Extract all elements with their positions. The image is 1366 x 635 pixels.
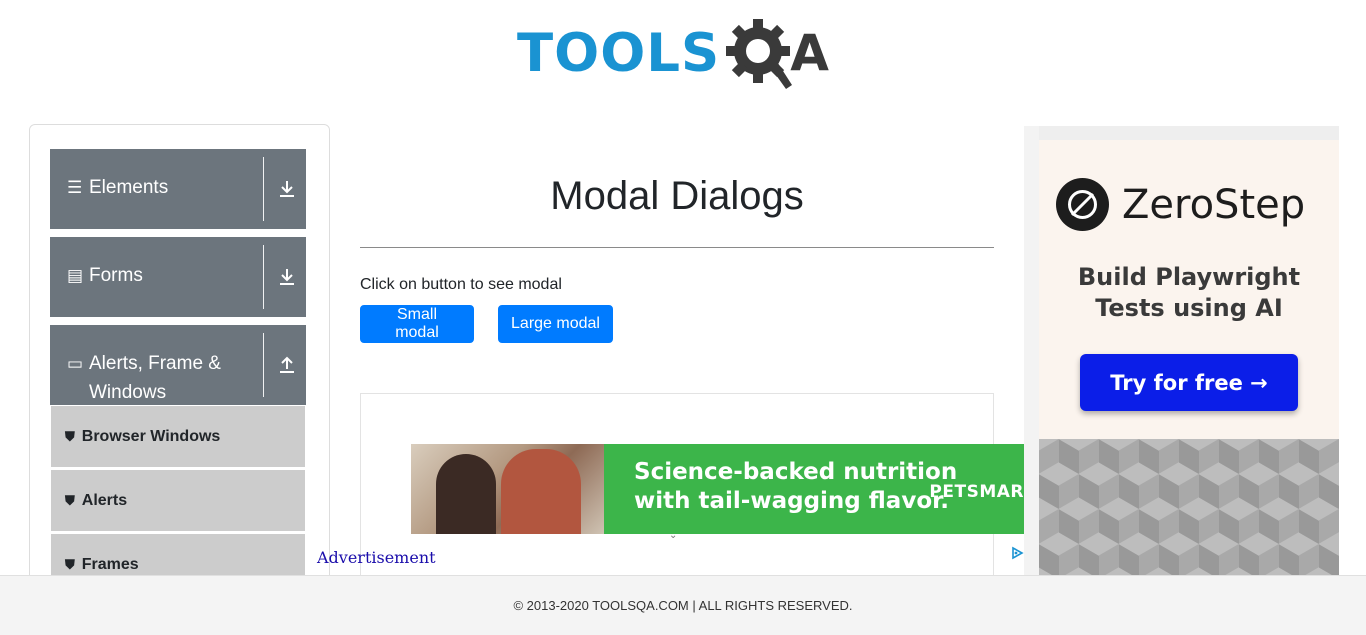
logo-text-a: A [790,24,829,82]
download-arrow-icon[interactable] [275,177,299,201]
group-divider [263,333,264,397]
instruction-text: Click on button to see modal [360,276,562,293]
upload-arrow-icon[interactable] [275,353,299,377]
sidebar-item-label: Frames [81,555,139,573]
copyright-text: © 2013-2020 TOOLSQA.COM | ALL RIGHTS RES… [513,598,853,613]
ad-photo-person [501,449,581,534]
advertisement-label: Advertisement [317,548,436,567]
document-icon: ▤ [67,266,84,285]
sidebar-item-alerts[interactable]: ⛊ Alerts [51,470,305,532]
right-ad[interactable]: ZeroStep Build Playwright Tests using AI… [1024,126,1339,586]
sidebar-group-alerts-frame-windows[interactable]: ▭ Alerts, Frame & Windows [50,325,306,405]
ad-photo-person [436,454,496,534]
sidebar-item-browser-windows[interactable]: ⛊ Browser Windows [51,406,305,468]
ad-banner-line2: with tail-wagging flavor. [634,488,949,514]
group-divider [263,245,264,309]
html5-icon: ⛊ [65,556,75,572]
left-sidebar: ☰ Elements ▤ Forms ▭ Alerts, Frame & Win… [29,124,330,584]
gear-q-icon [726,19,793,89]
sidebar-group-label: Alerts, Frame & [89,353,221,374]
ad-pattern [1039,439,1339,586]
html5-icon: ⛊ [65,428,75,444]
right-ad-subtitle-line1: Build Playwright [1077,263,1301,291]
footer: © 2013-2020 TOOLSQA.COM | ALL RIGHTS RES… [0,575,1366,635]
large-modal-button[interactable]: Large modal [498,305,613,343]
sidebar-group-label-line2: Windows [89,382,167,403]
chevron-down-icon[interactable]: ⌄ [669,530,677,541]
toolsqa-logo[interactable]: TOOLS A [517,14,842,92]
ad-edge-strip [1024,126,1039,586]
sidebar-item-label: Alerts [81,491,128,509]
title-divider [360,247,994,248]
right-ad-subtitle-line2: Tests using AI [1095,294,1283,322]
window-icon: ▭ [67,354,84,373]
right-ad-panel: ZeroStep Build Playwright Tests using AI… [1039,140,1339,440]
download-arrow-icon[interactable] [275,265,299,289]
ad-banner-line1: Science-backed nutrition [634,459,958,485]
ad-banner-text-area: Science-backed nutrition with tail-waggi… [604,444,1024,534]
ad-photo [411,444,604,534]
sidebar-group-label: Forms [89,265,143,286]
page-title: Modal Dialogs [550,174,804,218]
adchoices-icon[interactable] [1010,546,1024,560]
zerostep-logo-icon [1056,178,1109,231]
group-divider [263,157,264,221]
ad-banner[interactable]: Science-backed nutrition with tail-waggi… [411,444,1024,534]
small-modal-button[interactable]: Small modal [360,305,474,343]
html5-icon: ⛊ [65,492,75,508]
hamburger-icon: ☰ [67,178,83,197]
sidebar-group-forms[interactable]: ▤ Forms [50,237,306,317]
try-for-free-button[interactable]: Try for free → [1080,354,1298,411]
logo-text-tools: TOOLS [517,22,721,84]
sidebar-group-label: Elements [89,177,169,198]
sidebar-item-label: Browser Windows [81,427,221,445]
sidebar-group-elements[interactable]: ☰ Elements [50,149,306,229]
right-ad-brand: ZeroStep [1122,182,1306,228]
ad-brand-logo: PETSMAR [929,482,1024,502]
